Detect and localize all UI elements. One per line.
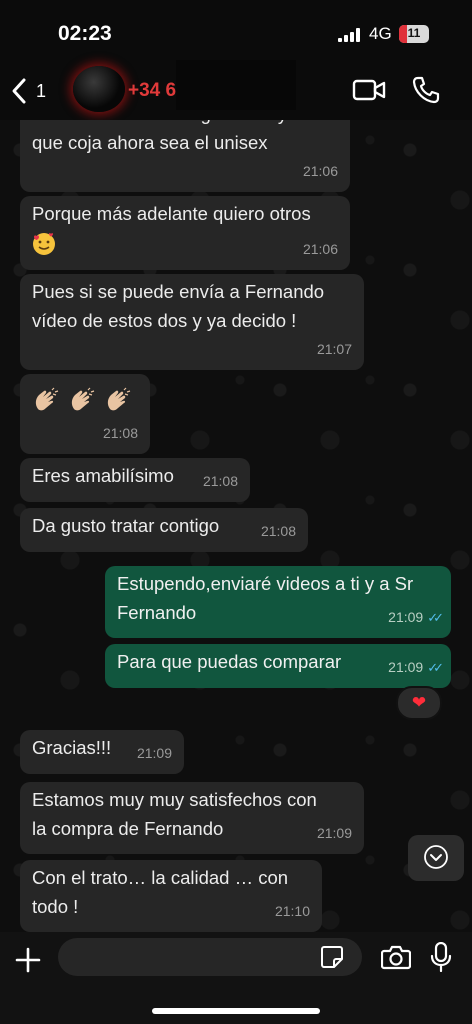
message-time: 21:08 (102, 425, 138, 441)
message-text: Puede Fernando tenga razón y el (32, 120, 338, 128)
message-text: Con el trato… la calidad … con (32, 867, 289, 888)
message-time: 21:10 (274, 903, 310, 919)
back-chevron-icon[interactable] (8, 76, 32, 106)
home-indicator (152, 1008, 320, 1014)
message-time: 21:09 (136, 745, 172, 761)
message-text: Pues si se puede envía a Fernando (32, 281, 325, 302)
signal-icon (338, 28, 360, 42)
message-time: 21:06 (302, 163, 338, 179)
emoji-line (32, 377, 138, 415)
unread-count[interactable]: 1 (36, 81, 46, 102)
chat-area-lower[interactable]: Gracias!!! 21:09 Estamos muy muy satisfe… (0, 730, 472, 932)
camera-icon[interactable] (381, 944, 411, 970)
heart-reaction[interactable]: ❤ (396, 686, 442, 720)
battery-icon: 11 (399, 25, 429, 43)
composer-bar (0, 932, 472, 1024)
scroll-to-bottom-button[interactable] (408, 835, 464, 881)
video-call-icon[interactable] (352, 78, 386, 102)
message-text: vídeo de estos dos y ya decido ! (32, 310, 297, 331)
message-text: todo ! (32, 896, 79, 917)
status-time: 02:23 (58, 22, 112, 45)
message-text: que coja ahora sea el unisex (32, 132, 268, 153)
microphone-icon[interactable] (430, 942, 452, 972)
message-incoming[interactable]: Gracias!!! 21:09 (20, 730, 184, 774)
contact-name[interactable]: +34 6 (128, 80, 176, 102)
message-time: 21:06 (302, 241, 338, 257)
battery-level: 11 (407, 26, 421, 40)
message-text: la compra de Fernando (32, 818, 224, 839)
redacted-area (176, 60, 296, 110)
chat-header: 1 +34 6 (0, 60, 472, 120)
message-incoming[interactable]: 21:08 (20, 374, 150, 454)
read-receipt-icon: ✓✓ (427, 610, 444, 625)
message-time: 21:08 (260, 523, 296, 539)
message-incoming[interactable]: Con el trato… la calidad … con todo ! 21… (20, 860, 322, 932)
clapping-hands-icon (71, 387, 95, 411)
message-outgoing[interactable]: Estupendo,enviaré videos a ti y a Sr Fer… (105, 566, 451, 638)
message-text: Estupendo,enviaré videos a ti y a Sr (117, 573, 414, 594)
clapping-hands-icon (107, 387, 131, 411)
avatar[interactable] (73, 66, 125, 112)
message-time: 21:09 ✓✓ (388, 609, 444, 625)
smiling-face-with-hearts-icon (33, 233, 55, 256)
read-receipt-icon: ✓✓ (427, 660, 444, 675)
message-incoming[interactable]: Pues si se puede envía a Fernando vídeo … (20, 274, 364, 370)
message-time: 21:07 (316, 341, 352, 357)
message-incoming[interactable]: Eres amabilísimo 21:08 (20, 458, 250, 502)
message-time: 21:08 (202, 473, 238, 489)
message-time: 21:09 ✓✓ (388, 659, 444, 675)
message-incoming[interactable]: Da gusto tratar contigo 21:08 (20, 508, 308, 552)
emoji-line (32, 228, 338, 257)
message-time: 21:09 (316, 825, 352, 841)
message-outgoing[interactable]: Para que puedas comparar 21:09 ✓✓ (105, 644, 451, 688)
plus-icon[interactable] (14, 946, 42, 974)
chevron-down-icon (424, 845, 448, 869)
clapping-hands-icon (35, 387, 59, 411)
message-incoming[interactable]: Porque más adelante quiero otros 21:06 (20, 196, 350, 270)
message-text: Da gusto tratar contigo (32, 515, 220, 536)
message-text: Porque más adelante quiero otros (32, 203, 311, 224)
phone-icon[interactable] (412, 76, 440, 104)
message-incoming[interactable]: Estamos muy muy satisfechos con la compr… (20, 782, 364, 854)
status-bar: 02:23 4G 11 (0, 0, 472, 64)
sticker-icon[interactable] (320, 945, 344, 969)
message-text: Estamos muy muy satisfechos con (32, 789, 317, 810)
message-input[interactable] (58, 938, 362, 976)
network-type: 4G (369, 24, 392, 43)
message-incoming[interactable]: Puede Fernando tenga razón y el que coja… (20, 120, 350, 192)
